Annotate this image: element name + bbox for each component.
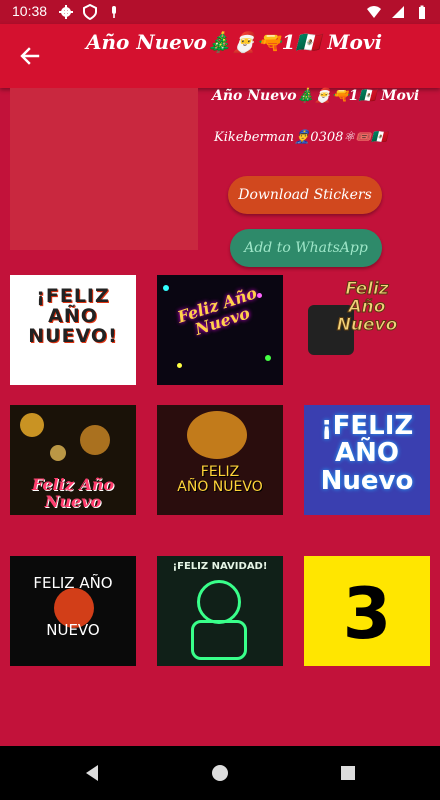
sticker-countdown-3[interactable]: 3: [304, 556, 430, 666]
sticker-fireworks-city[interactable]: FELIZ AÑO NUEVO: [157, 405, 283, 515]
sticker-text: FELIZ AÑO NUEVO: [177, 464, 263, 495]
tray-image-preview: [10, 88, 198, 250]
signal-icon: [392, 6, 404, 18]
settings-gear-icon: [59, 5, 73, 19]
sticker-text: ¡FELIZ NAVIDAD!: [172, 561, 268, 572]
wifi-icon: [367, 6, 381, 18]
status-bar: 10:38: [0, 0, 440, 24]
sticker-feliz-ano-nuevo-blue[interactable]: ¡FELIZ AÑO Nuevo: [304, 405, 430, 515]
pack-name: Año Nuevo🎄🎅🔫1🇲🇽 Movi: [212, 88, 420, 104]
shield-icon: [83, 4, 97, 20]
add-to-whatsapp-button[interactable]: Add to WhatsApp: [230, 229, 382, 267]
sticker-text: Feliz Año Nuevo: [336, 279, 398, 335]
download-stickers-button[interactable]: Download Stickers: [228, 176, 382, 214]
navigation-bar: [0, 746, 440, 800]
app-title: Año Nuevo🎄🎅🔫1🇲🇽 Movi: [86, 30, 383, 54]
sticker-firework-burst[interactable]: FELIZ AÑO NUEVO: [10, 556, 136, 666]
sticker-text: FELIZ AÑO NUEVO: [33, 574, 113, 640]
nav-recents-icon[interactable]: [338, 763, 358, 783]
sticker-bokeh-lights[interactable]: Feliz Año Nuevo: [10, 405, 136, 515]
sticker-text: Feliz Año Nuevo: [31, 475, 115, 511]
pack-author: Kikeberman👮‍♂️0308⚛🎟️🇲🇽: [214, 130, 388, 145]
battery-icon: [419, 5, 425, 19]
arrow-back-icon[interactable]: [14, 40, 46, 72]
sticker-text: 3: [342, 573, 392, 655]
nav-home-icon[interactable]: [210, 763, 230, 783]
microphone-icon: [112, 6, 116, 18]
sticker-feliz-ano-nuevo-white[interactable]: ¡FELIZ AÑO NUEVO!: [10, 275, 136, 385]
nav-back-icon[interactable]: [82, 763, 102, 783]
sticker-text: ¡FELIZ AÑO NUEVO!: [28, 285, 118, 347]
sticker-top-hat-gold[interactable]: Feliz Año Nuevo: [304, 275, 430, 385]
sticker-text: Feliz Año Nuevo: [175, 283, 260, 339]
sticker-fireworks-dark[interactable]: Feliz Año Nuevo: [157, 275, 283, 385]
sticker-text: ¡FELIZ AÑO Nuevo: [320, 411, 414, 496]
status-time: 10:38: [12, 3, 48, 19]
app-bar: Año Nuevo🎄🎅🔫1🇲🇽 Movi: [0, 24, 440, 88]
sticker-neon-santa[interactable]: ¡FELIZ NAVIDAD!: [157, 556, 283, 666]
